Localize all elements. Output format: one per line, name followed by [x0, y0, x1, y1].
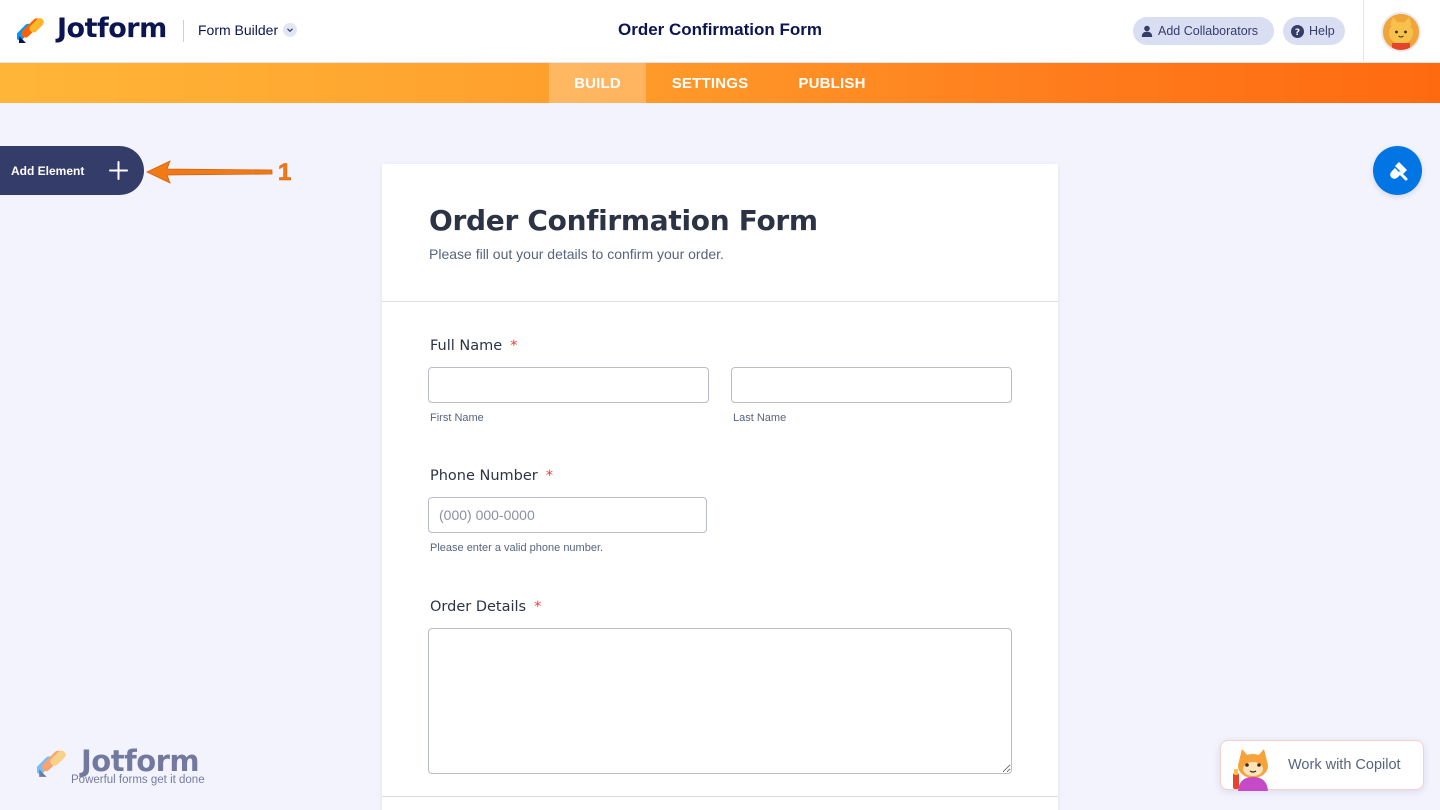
svg-text:?: ? — [1295, 28, 1300, 38]
jotform-watermark: Jotform Powerful forms get it done — [35, 744, 205, 786]
header-separator — [1363, 0, 1364, 63]
help-label: Help — [1309, 24, 1335, 38]
phone-number-label[interactable]: Phone Number * — [430, 468, 553, 484]
form-builder-menu[interactable]: Form Builder — [198, 22, 298, 38]
header-form-title[interactable]: Order Confirmation Form — [618, 20, 822, 39]
required-mark: * — [510, 338, 518, 354]
plus-icon — [109, 161, 128, 180]
order-details-label-text: Order Details — [430, 599, 527, 615]
required-mark: * — [534, 599, 542, 615]
tab-publish[interactable]: PUBLISH — [774, 63, 890, 103]
phone-number-sublabel: Please enter a valid phone number. — [430, 542, 604, 554]
header-divider — [183, 20, 184, 42]
first-name-input[interactable] — [428, 367, 709, 403]
cat-avatar-icon — [1383, 14, 1419, 50]
watermark-tagline: Powerful forms get it done — [71, 774, 205, 786]
tab-settings[interactable]: SETTINGS — [646, 63, 774, 103]
chevron-down-icon — [283, 23, 298, 37]
jotform-logo-icon — [17, 18, 44, 43]
annotation-number: 1 — [278, 159, 291, 186]
phone-number-label-text: Phone Number — [430, 468, 538, 484]
form-card: Order Confirmation Form Please fill out … — [382, 164, 1058, 810]
paint-brush-icon — [1389, 161, 1407, 180]
cat-mascot-icon — [1233, 749, 1268, 791]
copilot-label: Work with Copilot — [1288, 757, 1401, 773]
builder-nav: BUILD SETTINGS PUBLISH — [0, 63, 1440, 103]
phone-number-input[interactable] — [428, 497, 707, 533]
watermark-brand: Jotform — [81, 744, 200, 778]
order-details-textarea[interactable] — [428, 628, 1012, 774]
add-element-button[interactable]: Add Element — [0, 146, 144, 195]
last-name-sublabel: Last Name — [733, 412, 787, 424]
jotform-logo-icon — [35, 750, 66, 777]
form-subtitle[interactable]: Please fill out your details to confirm … — [429, 246, 724, 262]
brand-name: Jotform — [57, 13, 167, 44]
add-collaborators-label: Add Collaborators — [1158, 24, 1259, 38]
full-name-label-text: Full Name — [430, 338, 503, 354]
work-with-copilot-button[interactable]: Work with Copilot — [1220, 740, 1424, 791]
tab-build-label: BUILD — [574, 74, 621, 92]
form-header[interactable]: Order Confirmation Form Please fill out … — [382, 164, 1058, 302]
form-builder-label: Form Builder — [198, 22, 279, 38]
help-button[interactable]: ? Help — [1283, 17, 1345, 45]
annotation-arrow: 1 — [146, 159, 292, 186]
add-collaborators-button[interactable]: Add Collaborators — [1133, 17, 1274, 45]
form-title[interactable]: Order Confirmation Form — [429, 204, 818, 237]
order-details-label[interactable]: Order Details * — [430, 599, 541, 615]
full-name-label[interactable]: Full Name * — [430, 338, 517, 354]
section-divider — [382, 796, 1058, 797]
form-designer-button[interactable] — [1373, 146, 1422, 195]
required-mark: * — [545, 468, 554, 484]
user-avatar[interactable] — [1381, 12, 1421, 52]
tab-settings-label: SETTINGS — [671, 74, 749, 92]
question-circle-icon: ? — [1291, 24, 1304, 38]
user-icon — [1141, 25, 1153, 37]
top-bar: Jotform Form Builder Order Confirmation … — [0, 0, 1440, 63]
tab-publish-label: PUBLISH — [798, 74, 866, 92]
first-name-sublabel: First Name — [430, 412, 484, 424]
add-element-label: Add Element — [11, 163, 85, 178]
tab-build[interactable]: BUILD — [549, 63, 646, 103]
jotform-logo[interactable]: Jotform — [17, 14, 167, 44]
last-name-input[interactable] — [731, 367, 1012, 403]
